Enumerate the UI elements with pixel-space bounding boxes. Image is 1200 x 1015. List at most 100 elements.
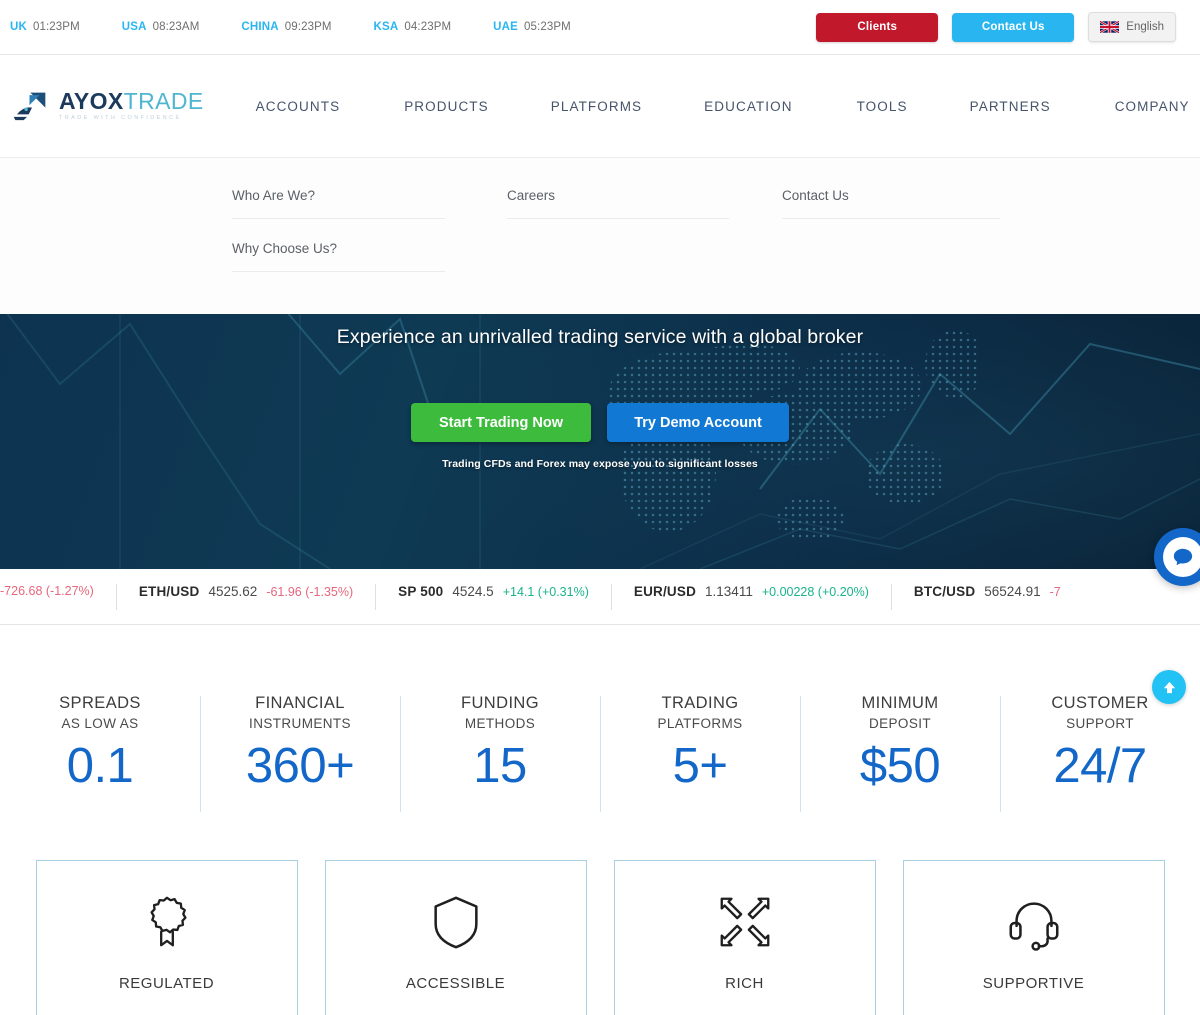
contact-us-button[interactable]: Contact Us <box>952 12 1075 42</box>
nav-item-products[interactable]: PRODUCTS <box>404 91 489 122</box>
nav-item-education[interactable]: EDUCATION <box>704 91 792 122</box>
nav-links: ACCOUNTS PRODUCTS PLATFORMS EDUCATION TO… <box>256 91 1190 122</box>
ticker-item-eur-usd[interactable]: EUR/USD 1.13411 +0.00228 (+0.20%) <box>612 583 892 610</box>
stat-financial-instruments: FINANCIAL INSTRUMENTS 360+ <box>200 688 400 813</box>
ticker-change: -61.96 (-1.35%) <box>266 584 354 599</box>
dropdown-item-contact-us[interactable]: Contact Us <box>782 188 1000 219</box>
feature-card-label: REGULATED <box>118 975 215 992</box>
ticker-symbol: EUR/USD <box>633 583 697 599</box>
feature-card-rich[interactable]: RICH <box>613 860 876 1015</box>
logo-tagline: TRADE WITH CONFIDENCE <box>59 115 182 122</box>
clock-time: 05:23PM <box>524 21 571 33</box>
scroll-to-top-button[interactable] <box>1152 670 1186 704</box>
language-selector[interactable]: English <box>1088 12 1176 42</box>
market-ticker-bar[interactable]: -726.68 (-1.27%) ETH/USD 4525.62 -61.96 … <box>0 569 1200 625</box>
feature-card-label: ACCESSIBLE <box>405 975 506 992</box>
company-dropdown-panel: Who Are We? Why Choose Us? Careers Conta… <box>0 158 1200 314</box>
stat-value: 15 <box>473 739 527 794</box>
stat-trading-platforms: TRADING PLATFORMS 5+ <box>600 688 800 813</box>
clock-item: UAE 05:23PM <box>493 21 571 33</box>
ticker-item-eth-usd[interactable]: ETH/USD 4525.62 -61.96 (-1.35%) <box>117 583 377 610</box>
world-clocks: UK 01:23PM USA 08:23AM CHINA 09:23PM KSA… <box>10 21 613 33</box>
top-utility-bar: UK 01:23PM USA 08:23AM CHINA 09:23PM KSA… <box>0 0 1200 55</box>
stat-value: $50 <box>859 739 941 794</box>
stat-value: 360+ <box>245 739 355 794</box>
clock-city: CHINA <box>241 21 279 33</box>
shield-icon <box>425 891 487 953</box>
dropdown-column: Who Are We? Why Choose Us? <box>232 188 507 294</box>
dropdown-item-careers[interactable]: Careers <box>507 188 729 219</box>
stat-line1: FINANCIAL <box>255 694 345 713</box>
ticker-symbol: SP 500 <box>398 583 444 599</box>
ayox-logo-mark-icon <box>13 92 46 121</box>
stat-customer-support: CUSTOMER SUPPORT 24/7 <box>1000 688 1200 813</box>
headset-icon <box>1003 891 1065 953</box>
ticker-symbol: ETH/USD <box>138 583 200 599</box>
main-navigation-bar: AYOXTRADE TRADE WITH CONFIDENCE ACCOUNTS… <box>0 55 1200 158</box>
clock-item: KSA 04:23PM <box>374 21 452 33</box>
ticker-change: +0.00228 (+0.20%) <box>761 584 869 599</box>
stat-line2: INSTRUMENTS <box>249 716 351 732</box>
hero-risk-disclaimer: Trading CFDs and Forex may expose you to… <box>442 458 758 470</box>
clock-city: UK <box>10 21 28 33</box>
ticker-price: 4524.5 <box>452 583 494 599</box>
clock-item: USA 08:23AM <box>122 21 200 33</box>
clock-city: USA <box>121 21 147 33</box>
feature-card-label: RICH <box>725 975 764 992</box>
top-actions: Clients Contact Us English <box>816 12 1176 42</box>
ticker-price: 4525.62 <box>208 583 258 599</box>
clock-time: 08:23AM <box>152 21 200 33</box>
clients-button[interactable]: Clients <box>816 12 939 42</box>
compress-arrows-icon <box>714 891 776 953</box>
stat-line2: AS LOW AS <box>61 716 139 732</box>
stat-line1: TRADING <box>661 694 739 713</box>
hero-title: Experience an unrivalled trading service… <box>336 326 864 348</box>
stat-value: 0.1 <box>66 739 134 794</box>
feature-cards-row: REGULATED ACCESSIBLE RICH SUPPORTIVE <box>0 860 1200 1015</box>
ticker-change: -726.68 (-1.27%) <box>0 583 94 598</box>
logo-text-primary: AYOX <box>59 88 124 115</box>
stat-line1: MINIMUM <box>861 694 939 713</box>
ticker-item-sp-500[interactable]: SP 500 4524.5 +14.1 (+0.31%) <box>376 583 612 610</box>
try-demo-account-button[interactable]: Try Demo Account <box>607 403 789 442</box>
dropdown-item-who-are-we[interactable]: Who Are We? <box>232 188 445 219</box>
language-label: English <box>1126 21 1164 33</box>
chat-bubble-icon <box>1163 537 1200 577</box>
clock-time: 09:23PM <box>284 21 332 33</box>
nav-item-accounts[interactable]: ACCOUNTS <box>256 91 341 122</box>
stat-line1: SPREADS <box>59 694 141 713</box>
stat-funding-methods: FUNDING METHODS 15 <box>400 688 600 813</box>
stat-line2: DEPOSIT <box>868 716 932 732</box>
feature-card-accessible[interactable]: ACCESSIBLE <box>324 860 587 1015</box>
ticker-item[interactable]: -726.68 (-1.27%) <box>0 583 117 610</box>
feature-card-label: SUPPORTIVE <box>982 975 1085 992</box>
stat-minimum-deposit: MINIMUM DEPOSIT $50 <box>800 688 1000 813</box>
nav-item-company[interactable]: COMPANY <box>1115 91 1190 122</box>
feature-card-supportive[interactable]: SUPPORTIVE <box>902 860 1165 1015</box>
start-trading-button[interactable]: Start Trading Now <box>411 403 591 442</box>
key-stats-row: SPREADS AS LOW AS 0.1 FINANCIAL INSTRUME… <box>0 625 1200 860</box>
stat-spreads: SPREADS AS LOW AS 0.1 <box>0 688 200 804</box>
logo-text-secondary: TRADE <box>123 88 204 115</box>
uk-flag-icon <box>1100 21 1120 33</box>
site-logo[interactable]: AYOXTRADE TRADE WITH CONFIDENCE <box>12 89 204 123</box>
nav-item-platforms[interactable]: PLATFORMS <box>551 91 642 122</box>
stat-line2: METHODS <box>464 716 536 732</box>
nav-item-tools[interactable]: TOOLS <box>857 91 908 122</box>
stat-value: 24/7 <box>1053 739 1147 794</box>
nav-item-partners[interactable]: PARTNERS <box>970 91 1051 122</box>
hero-banner: Experience an unrivalled trading service… <box>0 314 1200 569</box>
stat-line2: PLATFORMS <box>657 716 743 732</box>
feature-card-regulated[interactable]: REGULATED <box>35 860 298 1015</box>
clock-time: 04:23PM <box>404 21 452 33</box>
ticker-item-btc-usd[interactable]: BTC/USD 56524.91 -7 <box>892 584 1083 610</box>
award-badge-icon <box>136 891 198 953</box>
dropdown-column: Careers <box>507 188 782 294</box>
ticker-change: +14.1 (+0.31%) <box>502 584 589 599</box>
stat-line2: SUPPORT <box>1066 716 1134 732</box>
chat-bubble-glyph-icon <box>1173 548 1193 566</box>
dropdown-item-why-choose-us[interactable]: Why Choose Us? <box>232 241 445 272</box>
clock-time: 01:23PM <box>33 21 80 33</box>
ticker-symbol: BTC/USD <box>913 583 976 599</box>
clock-item: CHINA 09:23PM <box>241 21 331 33</box>
